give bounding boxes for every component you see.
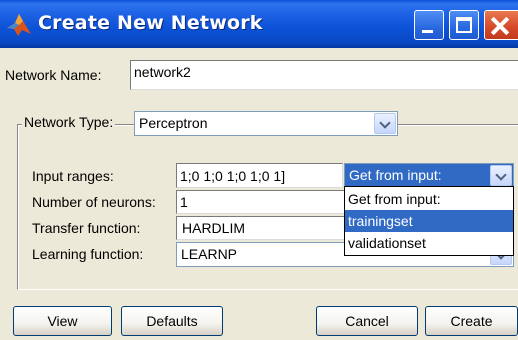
chevron-down-icon[interactable] (374, 113, 396, 134)
dropdown-option-selected[interactable]: trainingset (345, 210, 513, 232)
view-button[interactable]: View (13, 306, 112, 336)
close-button[interactable] (484, 10, 518, 40)
matlab-logo-icon (7, 14, 31, 36)
network-type-value: Perceptron (139, 115, 208, 131)
input-ranges-input[interactable]: 1;0 1;0 1;0 1;0 1] (176, 163, 343, 188)
dropdown-option[interactable]: Get from input: (345, 188, 513, 210)
cancel-button[interactable]: Cancel (316, 306, 418, 336)
input-source-dropdown-list[interactable]: Get from input: trainingset validationse… (344, 186, 514, 256)
learning-function-label: Learning function: (32, 246, 144, 262)
window-title: Create New Network (38, 12, 263, 34)
network-name-input[interactable]: network2 (130, 60, 518, 90)
minimize-button[interactable] (414, 10, 444, 40)
input-source-value: Get from input: (349, 167, 442, 183)
learning-function-value: LEARNP (181, 246, 238, 262)
input-source-select[interactable]: Get from input: (344, 163, 514, 188)
create-button[interactable]: Create (425, 306, 518, 336)
dropdown-option[interactable]: validationset (345, 232, 513, 254)
chevron-down-icon[interactable] (490, 165, 512, 186)
network-type-label: Network Type: (22, 114, 116, 130)
defaults-button[interactable]: Defaults (121, 306, 223, 336)
network-name-label: Network Name: (5, 67, 102, 83)
input-ranges-label: Input ranges: (32, 168, 114, 184)
maximize-button[interactable] (449, 10, 479, 40)
title-bar[interactable]: Create New Network (0, 0, 518, 48)
num-neurons-label: Number of neurons: (32, 194, 156, 210)
network-type-select[interactable]: Perceptron (134, 111, 398, 136)
transfer-function-label: Transfer function: (32, 220, 141, 236)
